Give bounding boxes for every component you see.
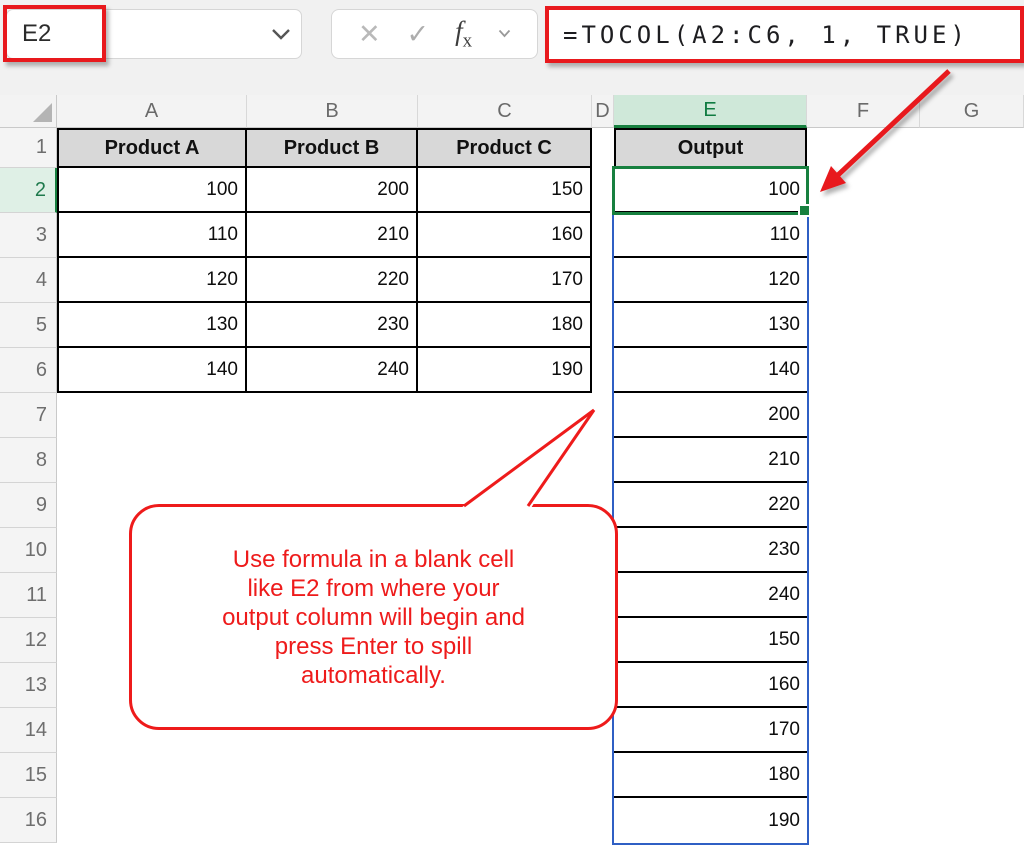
cell-E11[interactable]: 240 [614, 573, 807, 618]
row-header-5[interactable]: 5 [0, 303, 57, 348]
worksheet-grid: ABCDEFG12345678910111213141516Product AP… [0, 95, 1024, 845]
row-header-11[interactable]: 11 [0, 573, 57, 618]
col-header-B[interactable]: B [247, 95, 418, 128]
annotation-callout: Use formula in a blank celllike E2 from … [129, 504, 618, 730]
cell-B6[interactable]: 240 [247, 348, 418, 393]
cell-A2[interactable]: 100 [57, 168, 247, 213]
cell-A6[interactable]: 140 [57, 348, 247, 393]
cell-A4[interactable]: 120 [57, 258, 247, 303]
cell-E13[interactable]: 160 [614, 663, 807, 708]
name-box[interactable]: E2 [6, 9, 302, 59]
cell-E5[interactable]: 130 [614, 303, 807, 348]
col-header-G[interactable]: G [920, 95, 1024, 128]
cell-C2[interactable]: 150 [418, 168, 592, 213]
cell-B3[interactable]: 210 [247, 213, 418, 258]
row-header-9[interactable]: 9 [0, 483, 57, 528]
row-header-10[interactable]: 10 [0, 528, 57, 573]
name-box-value[interactable]: E2 [7, 20, 261, 48]
cell-E2[interactable]: 100 [614, 168, 807, 213]
cell-B5[interactable]: 230 [247, 303, 418, 348]
cell-E3[interactable]: 110 [614, 213, 807, 258]
row-header-14[interactable]: 14 [0, 708, 57, 753]
cell-E7[interactable]: 200 [614, 393, 807, 438]
row-header-3[interactable]: 3 [0, 213, 57, 258]
formula-input[interactable]: =TOCOL(A2:C6, 1, TRUE) [549, 21, 969, 49]
cell-B2[interactable]: 200 [247, 168, 418, 213]
cell-C4[interactable]: 170 [418, 258, 592, 303]
col-header-C[interactable]: C [418, 95, 592, 128]
cell-E8[interactable]: 210 [614, 438, 807, 483]
row-header-7[interactable]: 7 [0, 393, 57, 438]
cell-B4[interactable]: 220 [247, 258, 418, 303]
cell-C1[interactable]: Product C [418, 128, 592, 168]
cell-C3[interactable]: 160 [418, 213, 592, 258]
cell-E14[interactable]: 170 [614, 708, 807, 753]
col-header-D[interactable]: D [592, 95, 614, 128]
cell-B1[interactable]: Product B [247, 128, 418, 168]
col-header-F[interactable]: F [807, 95, 920, 128]
select-all-triangle-icon [33, 103, 52, 122]
cancel-icon[interactable]: ✕ [358, 19, 381, 50]
row-header-13[interactable]: 13 [0, 663, 57, 708]
row-header-1[interactable]: 1 [0, 128, 57, 168]
cell-E4[interactable]: 120 [614, 258, 807, 303]
cell-C5[interactable]: 180 [418, 303, 592, 348]
cell-E16[interactable]: 190 [614, 798, 807, 843]
row-header-6[interactable]: 6 [0, 348, 57, 393]
cell-A3[interactable]: 110 [57, 213, 247, 258]
name-box-chevron-icon[interactable] [261, 28, 301, 40]
row-header-2[interactable]: 2 [0, 168, 57, 213]
formula-toolbar: E2 ✕ ✓ fx =TOCOL(A2:C6, 1, TRUE) [0, 0, 1024, 95]
cell-E12[interactable]: 150 [614, 618, 807, 663]
col-header-E[interactable]: E [614, 95, 807, 128]
callout-text-line: like E2 from where your [247, 574, 499, 603]
formula-bar-highlight: =TOCOL(A2:C6, 1, TRUE) [545, 6, 1024, 63]
cell-A1[interactable]: Product A [57, 128, 247, 168]
fx-chevron-icon[interactable] [498, 25, 511, 43]
cell-A5[interactable]: 130 [57, 303, 247, 348]
enter-icon[interactable]: ✓ [407, 19, 430, 50]
callout-text-line: Use formula in a blank cell [233, 545, 514, 574]
row-header-12[interactable]: 12 [0, 618, 57, 663]
cell-E10[interactable]: 230 [614, 528, 807, 573]
row-header-16[interactable]: 16 [0, 798, 57, 843]
excel-window: E2 ✕ ✓ fx =TOCOL(A2:C6, 1, TRUE) ABCDEFG… [0, 0, 1024, 845]
callout-text-line: press Enter to spill [275, 632, 472, 661]
formula-action-group: ✕ ✓ fx [331, 9, 538, 59]
cell-E15[interactable]: 180 [614, 753, 807, 798]
callout-text-line: automatically. [301, 661, 446, 690]
callout-text-line: output column will begin and [222, 603, 525, 632]
cell-E1[interactable]: Output [614, 128, 807, 168]
fill-handle[interactable] [798, 204, 811, 217]
insert-function-icon[interactable]: fx [455, 16, 472, 52]
row-header-15[interactable]: 15 [0, 753, 57, 798]
row-header-4[interactable]: 4 [0, 258, 57, 303]
row-header-8[interactable]: 8 [0, 438, 57, 483]
select-all-button[interactable] [0, 95, 57, 128]
cell-E6[interactable]: 140 [614, 348, 807, 393]
col-header-A[interactable]: A [57, 95, 247, 128]
cell-E9[interactable]: 220 [614, 483, 807, 528]
cell-C6[interactable]: 190 [418, 348, 592, 393]
